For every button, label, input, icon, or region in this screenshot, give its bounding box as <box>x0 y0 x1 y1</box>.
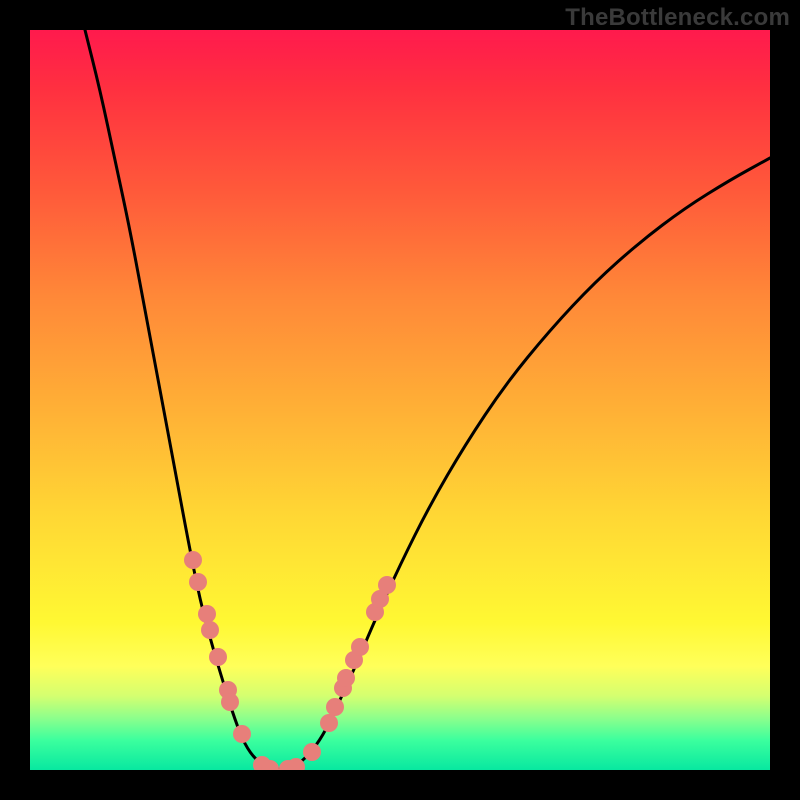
marker-dot <box>378 576 396 594</box>
bottleneck-curve <box>85 30 770 769</box>
attribution-text: TheBottleneck.com <box>565 4 790 32</box>
marker-dot <box>351 638 369 656</box>
highlight-dots <box>184 551 396 770</box>
marker-dot <box>201 621 219 639</box>
chart-plot-area <box>30 30 770 770</box>
chart-frame: TheBottleneck.com <box>0 0 800 800</box>
marker-dot <box>337 669 355 687</box>
chart-svg <box>30 30 770 770</box>
marker-dot <box>233 725 251 743</box>
marker-dot <box>198 605 216 623</box>
marker-dot <box>184 551 202 569</box>
marker-dot <box>209 648 227 666</box>
marker-dot <box>326 698 344 716</box>
marker-dot <box>221 693 239 711</box>
marker-dot <box>303 743 321 761</box>
marker-dot <box>189 573 207 591</box>
marker-dot <box>320 714 338 732</box>
